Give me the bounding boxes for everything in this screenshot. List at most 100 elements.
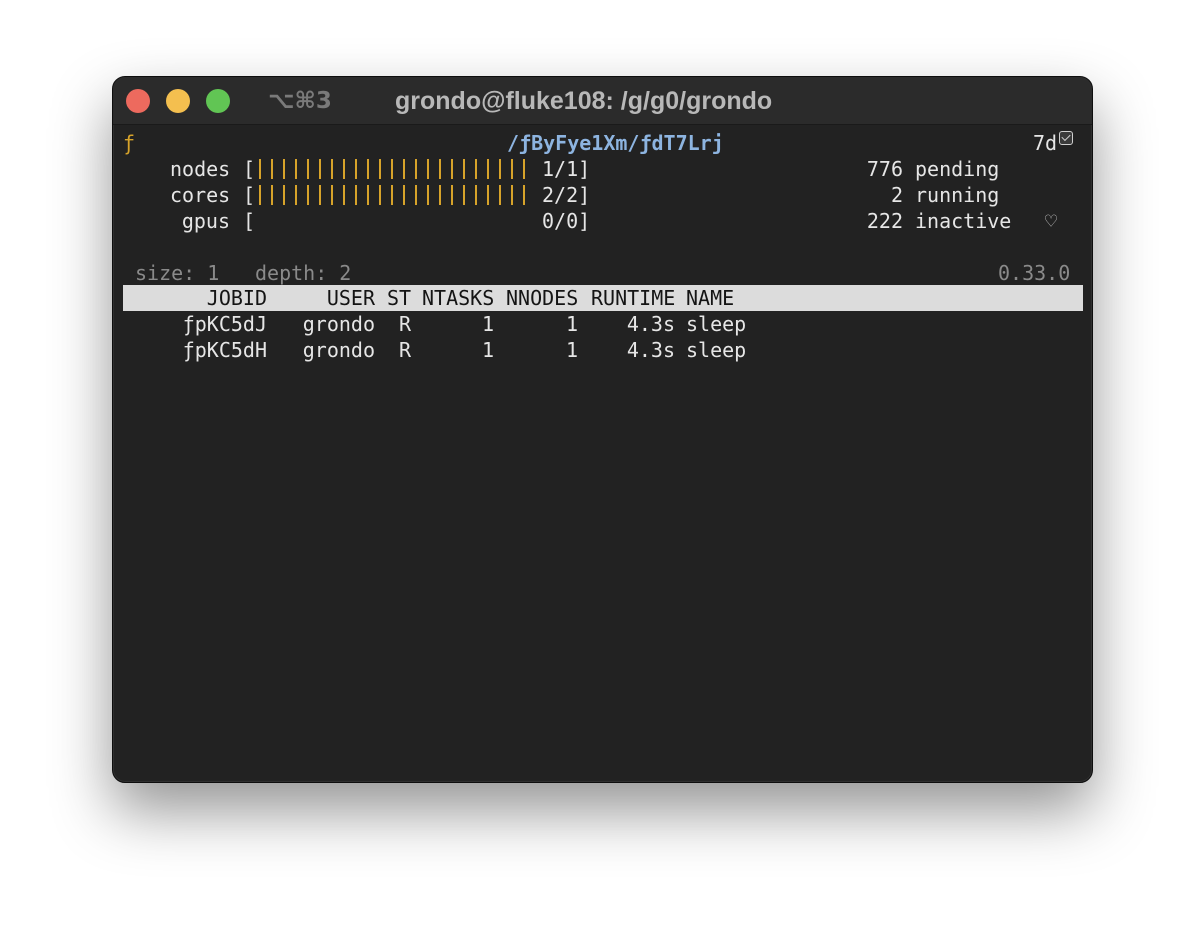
bar-tick [511,185,513,205]
nodes-bar-fill [259,156,535,182]
bar-tick [259,159,261,179]
job-name: sleep [686,312,747,336]
bar-tick [271,185,273,205]
inactive-count: 222 [866,209,903,233]
bar-tick [523,159,525,179]
window-title: grondo@fluke108: /g/g0/grondo [395,87,773,115]
bar-tick [379,185,381,205]
bar-tick [319,185,321,205]
bar-tick [415,185,417,205]
bar-tick [331,159,333,179]
minimize-button[interactable] [166,89,190,113]
instance-size: size: 1 [135,261,220,285]
resource-count-cores: 2/2] [542,183,591,207]
job-user: grondo [302,338,375,362]
close-button[interactable] [126,89,150,113]
bar-tick [283,185,285,205]
heart-icon: ♡ [1045,209,1058,233]
bar-open-bracket: [ [243,209,256,233]
bar-tick [271,159,273,179]
pending-label: pending [915,157,1000,181]
bar-tick [403,185,405,205]
job-nnodes: 1 [565,338,578,362]
bar-open-bracket: [ [243,183,256,207]
job-state: R [399,338,412,362]
flux-logo-icon: ƒ [123,131,136,155]
col-header-ntasks: NTASKS [422,286,495,310]
job-row[interactable]: ƒpKC5dJ grondo R 1 1 4.3s sleep [113,311,1092,337]
bar-tick [475,159,477,179]
bar-tick [343,159,345,179]
bar-tick [331,185,333,205]
job-ntasks: 1 [481,312,494,336]
bar-open-bracket: [ [243,157,256,181]
bar-tick [499,185,501,205]
tab-shortcut-label: ⌥⌘3 [268,88,332,114]
bar-tick [391,185,393,205]
cores-usage-bar [259,182,535,208]
bar-tick [463,185,465,205]
col-header-user: USER [326,286,375,310]
resource-count-nodes: 1/1] [542,157,591,181]
bar-tick [343,185,345,205]
bar-tick [283,159,285,179]
col-header-name: NAME [686,286,735,310]
bar-tick [439,159,441,179]
job-path: /ƒByFye1Xm/ƒdT7Lrj [507,131,724,155]
nodes-usage-bar [259,156,535,182]
job-nnodes: 1 [565,312,578,336]
clock-icon [1059,131,1073,145]
job-id: ƒpKC5dJ [182,312,267,336]
bar-tick [523,185,525,205]
zoom-button[interactable] [206,89,230,113]
job-table-header: JOBID USER ST NTASKS NNODES RUNTIME NAME [123,285,1083,311]
job-user: grondo [302,312,375,336]
cores-bar-fill [259,182,535,208]
col-header-jobid: JOBID [206,286,267,310]
bar-tick [259,185,261,205]
col-header-st: ST [387,286,412,310]
job-row[interactable]: ƒpKC5dH grondo R 1 1 4.3s sleep [113,337,1092,363]
bar-tick [403,159,405,179]
running-count: 2 [890,183,903,207]
col-header-runtime: RUNTIME [591,286,676,310]
bar-tick [451,159,453,179]
bar-tick [463,159,465,179]
bar-tick [367,185,369,205]
job-runtime: 4.3s [626,312,675,336]
time-remaining: 7d [1033,131,1058,155]
bar-tick [487,185,489,205]
bar-tick [379,159,381,179]
inactive-label: inactive [915,209,1012,233]
bar-tick [355,159,357,179]
bar-tick [499,159,501,179]
flux-version: 0.33.0 [998,261,1071,285]
bar-tick [355,185,357,205]
bar-tick [427,159,429,179]
bar-tick [427,185,429,205]
bar-tick [487,159,489,179]
resource-count-gpus: 0/0] [542,209,591,233]
job-id: ƒpKC5dH [182,338,267,362]
bar-tick [439,185,441,205]
running-label: running [915,183,1000,207]
bar-tick [307,185,309,205]
bar-tick [511,159,513,179]
job-ntasks: 1 [481,338,494,362]
bar-tick [319,159,321,179]
terminal-content[interactable]: ƒ /ƒByFye1Xm/ƒdT7Lrj 7d nodes cores gpus… [113,125,1092,782]
title-bar[interactable]: ⌥⌘3 grondo@fluke108: /g/g0/grondo [113,77,1092,125]
bar-tick [307,159,309,179]
job-state: R [399,312,412,336]
bar-tick [295,159,297,179]
bar-tick [391,159,393,179]
job-name: sleep [686,338,747,362]
instance-depth: depth: 2 [255,261,352,285]
terminal-window: ⌥⌘3 grondo@fluke108: /g/g0/grondo ƒ /ƒBy… [112,76,1093,783]
job-runtime: 4.3s [626,338,675,362]
resource-label-gpus: gpus [181,209,230,233]
bar-tick [475,185,477,205]
bar-tick [415,159,417,179]
resource-label-cores: cores [170,183,231,207]
resource-label-nodes: nodes [170,157,231,181]
